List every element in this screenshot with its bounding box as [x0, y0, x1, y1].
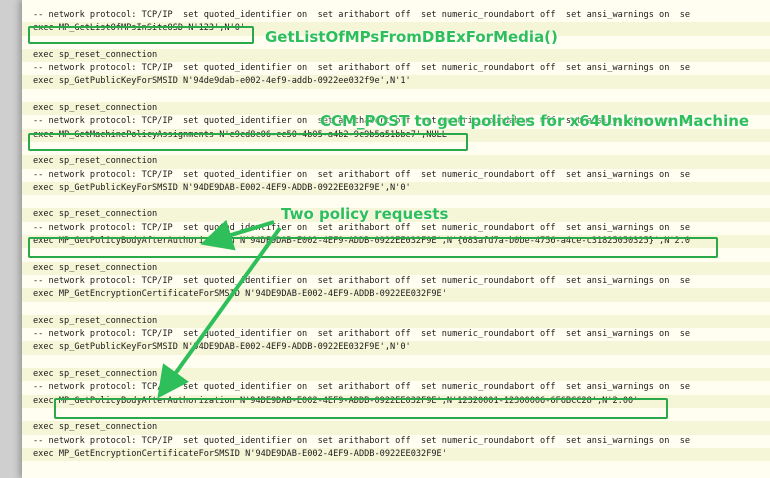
annotation-arrows: [157, 219, 282, 399]
trace-log-panel: -- network protocol: TCP/IP set quoted_i…: [22, 0, 770, 478]
arrow-to-second-policy: [157, 226, 282, 399]
arrow-to-first-policy: [200, 219, 275, 251]
